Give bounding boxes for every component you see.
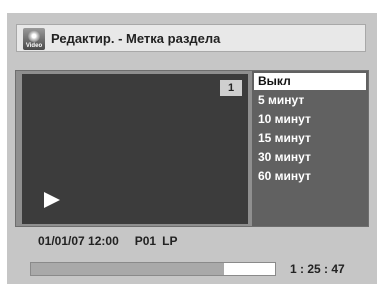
option-60-min[interactable]: 60 минут: [254, 168, 366, 185]
option-off[interactable]: Выкл: [254, 73, 366, 90]
playback-progress-bar: [30, 262, 276, 276]
play-icon: [44, 192, 60, 208]
option-30-min[interactable]: 30 минут: [254, 149, 366, 166]
video-icon-label: Video: [25, 43, 43, 49]
chapter-number: 1: [220, 80, 242, 96]
elapsed-time: 1 : 25 : 47: [290, 262, 345, 276]
recording-mode: LP: [162, 234, 178, 248]
program-number: P01: [134, 234, 157, 248]
page-title: Редактир. - Метка раздела: [51, 31, 221, 46]
status-line: 01/01/07 12:00 P01 LP: [38, 234, 193, 248]
option-15-min[interactable]: 15 минут: [254, 130, 366, 147]
progress-fill: [31, 263, 224, 275]
recording-datetime: 01/01/07 12:00: [38, 234, 119, 248]
title-bar: Video Редактир. - Метка раздела: [16, 24, 366, 52]
option-10-min[interactable]: 10 минут: [254, 111, 366, 128]
video-disc-icon: Video: [23, 28, 45, 50]
option-5-min[interactable]: 5 минут: [254, 92, 366, 109]
